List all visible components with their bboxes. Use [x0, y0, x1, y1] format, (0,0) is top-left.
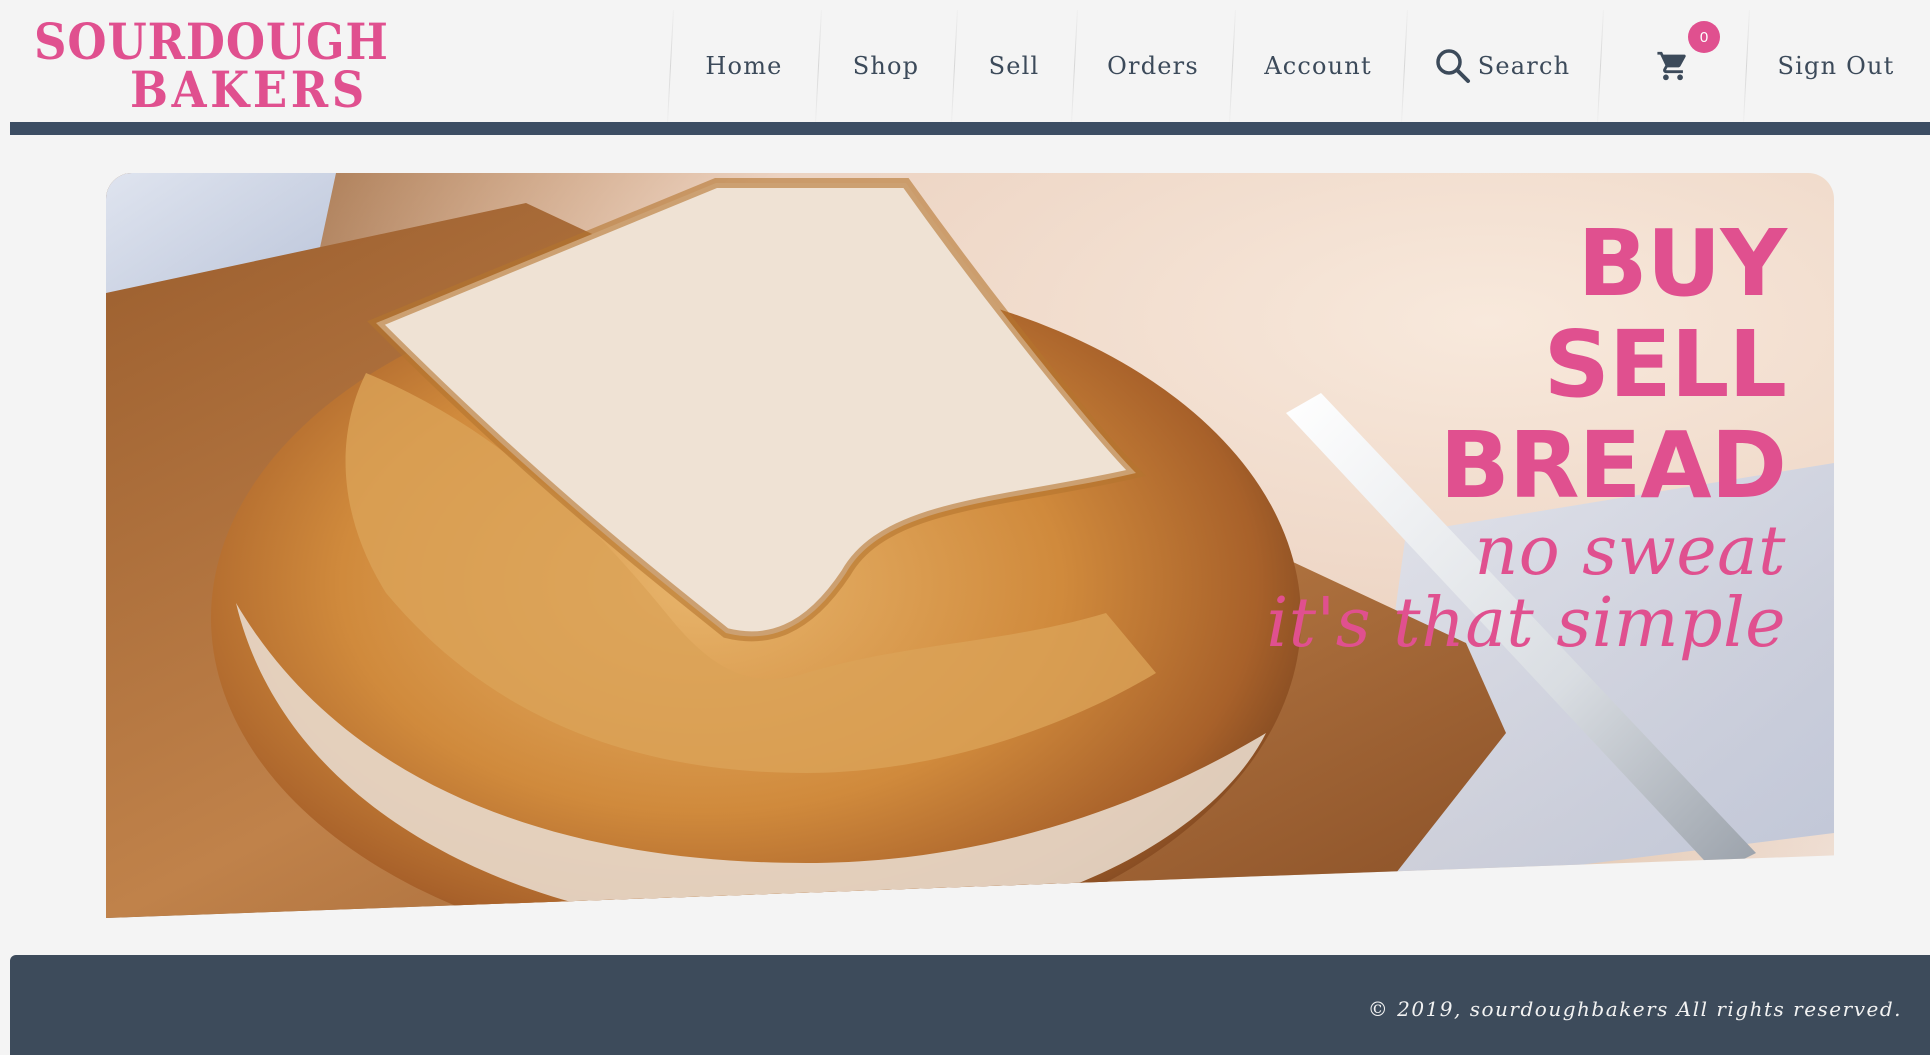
brand-logo[interactable]: SOURDOUGH BAKERS — [34, 12, 389, 114]
nav-cart[interactable]: 0 — [1600, 10, 1746, 122]
nav-sell-label: Sell — [988, 52, 1040, 80]
hero-banner: BUY SELL BREAD no sweat it's that simple — [106, 173, 1834, 918]
nav-sell[interactable]: Sell — [954, 10, 1074, 122]
nav-sign-out[interactable]: Sign Out — [1746, 10, 1926, 122]
hero-headline-buy: BUY — [1577, 210, 1787, 317]
header-divider-bar — [10, 122, 1930, 135]
site-header: SOURDOUGH BAKERS Home Shop Sell Orders A… — [0, 0, 1930, 135]
nav-shop-label: Shop — [852, 52, 920, 80]
nav-account[interactable]: Account — [1232, 10, 1404, 122]
hero-tagline-1: no sweat — [1474, 512, 1786, 591]
cart-icon-wrap: 0 — [1656, 21, 1720, 83]
brand-line-2: BAKERS — [130, 59, 368, 119]
nav-home[interactable]: Home — [670, 10, 818, 122]
nav-sign-out-label: Sign Out — [1777, 52, 1895, 80]
main-nav: Home Shop Sell Orders Account Search 0 S… — [670, 10, 1926, 122]
brand-line-1: SOURDOUGH — [34, 12, 389, 71]
nav-account-label: Account — [1264, 52, 1372, 80]
hero-headline-sell: SELL — [1543, 311, 1787, 418]
cart-count-badge: 0 — [1688, 21, 1720, 53]
hero-tagline-2: it's that simple — [1266, 584, 1786, 663]
nav-orders[interactable]: Orders — [1074, 10, 1232, 122]
hero-headline-bread: BREAD — [1439, 412, 1787, 519]
nav-search[interactable]: Search — [1404, 10, 1600, 122]
copyright-text: © 2019, sourdoughbakers All rights reser… — [1367, 997, 1902, 1021]
nav-orders-label: Orders — [1107, 52, 1199, 80]
hero-text: BUY SELL BREAD no sweat it's that simple — [1066, 210, 1787, 663]
site-footer: © 2019, sourdoughbakers All rights reser… — [10, 955, 1930, 1055]
nav-search-label: Search — [1477, 52, 1571, 80]
search-icon — [1435, 49, 1470, 83]
cart-icon — [1657, 51, 1686, 81]
nav-home-label: Home — [705, 52, 783, 80]
nav-shop[interactable]: Shop — [818, 10, 954, 122]
